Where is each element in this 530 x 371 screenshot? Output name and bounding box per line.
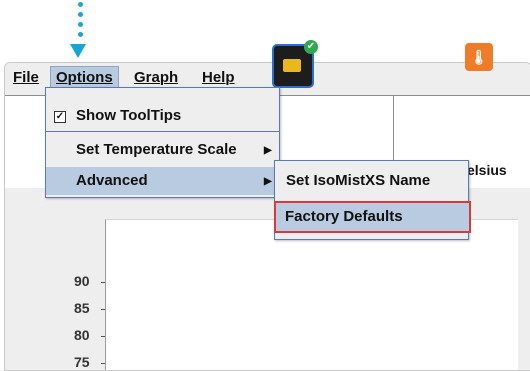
factory-defaults-label: Factory Defaults [285, 208, 403, 225]
menu-item-set-temperature-scale[interactable]: Set Temperature Scale ▶ [46, 136, 279, 164]
annotation-dotted-line [75, 0, 87, 44]
set-name-label: Set IsoMistXS Name [286, 172, 431, 189]
y-tick-label: 80 [74, 327, 90, 343]
annotation-arrow-icon [70, 44, 86, 58]
menu-item-advanced[interactable]: Advanced ▶ [46, 167, 279, 195]
y-tick-label: 90 [74, 273, 90, 289]
celsius-label: elsius [467, 162, 507, 178]
menu-item-show-tooltips[interactable]: ✓ Show ToolTips [46, 102, 279, 130]
ethernet-jack-icon [283, 59, 301, 72]
menu-item-set-name[interactable]: Set IsoMistXS Name [275, 167, 468, 195]
thermometer-celsius-icon[interactable]: 🌡 [465, 43, 493, 71]
y-tick-label: 85 [74, 300, 90, 316]
show-tooltips-label: Show ToolTips [76, 107, 182, 124]
submenu-arrow-icon: ▶ [264, 145, 272, 156]
menu-separator [46, 131, 279, 132]
set-temperature-scale-label: Set Temperature Scale [76, 141, 237, 158]
menu-help[interactable]: Help [197, 67, 240, 88]
plot-area [105, 219, 518, 370]
checkbox-checked-icon[interactable]: ✓ [54, 111, 66, 123]
advanced-label: Advanced [76, 172, 148, 189]
y-tick-mark [101, 309, 105, 310]
options-menu: ✓ Show ToolTips Set Temperature Scale ▶ … [45, 87, 280, 198]
submenu-arrow-icon: ▶ [264, 176, 272, 187]
menu-item-factory-defaults[interactable]: Factory Defaults [274, 201, 471, 233]
y-tick-mark [101, 336, 105, 337]
menu-file[interactable]: File [8, 67, 44, 88]
menu-options[interactable]: Options [50, 66, 119, 89]
network-connected-icon[interactable]: ✔ [272, 40, 318, 88]
menu-graph[interactable]: Graph [129, 67, 183, 88]
y-tick-label: 75 [74, 354, 90, 370]
y-tick-mark [101, 282, 105, 283]
y-tick-mark [101, 363, 105, 364]
check-badge-icon: ✔ [304, 40, 318, 54]
